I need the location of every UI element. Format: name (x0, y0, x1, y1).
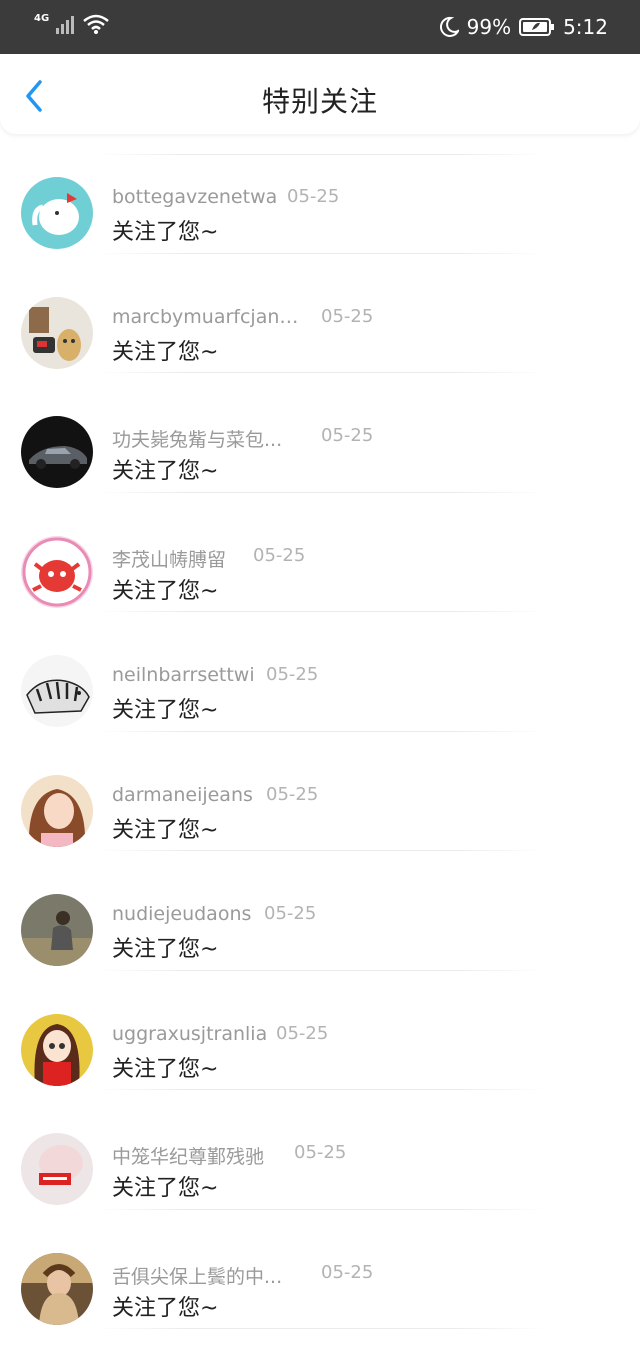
message: 关注了您~ (112, 817, 219, 843)
page-title: 特别关注 (261, 85, 378, 118)
status-bar: 4G 99% 5:12 (0, 0, 640, 54)
message: 关注了您~ (112, 1295, 219, 1321)
avatar[interactable] (21, 416, 93, 488)
message: 关注了您~ (112, 698, 219, 723)
wifi-icon (83, 14, 109, 34)
message: 关注了您~ (112, 220, 219, 245)
list-item[interactable]: 李茂山帱膊留 05-25 关注了您~ (0, 493, 640, 612)
battery-percent: 99% (466, 15, 512, 39)
list-item[interactable]: 舌俱尖保上鬓的中... 05-25 关注了您~ (0, 1210, 640, 1329)
message: 关注了您~ (112, 1176, 219, 1201)
avatar[interactable] (21, 535, 93, 608)
avatar[interactable] (21, 1252, 93, 1325)
date: 05-25 (266, 783, 319, 805)
nav-bar: 特别关注 (0, 54, 640, 134)
avatar[interactable] (21, 296, 93, 369)
avatar[interactable] (21, 1013, 93, 1086)
avatar[interactable] (21, 177, 93, 249)
date: 05-25 (253, 544, 306, 566)
date: 05-25 (276, 1022, 329, 1044)
avatar[interactable] (21, 894, 93, 966)
avatar[interactable] (21, 774, 93, 847)
battery-icon (519, 18, 555, 36)
date: 05-25 (321, 425, 374, 446)
date: 05-25 (266, 664, 319, 685)
network-type: 4G (34, 12, 50, 24)
list-item[interactable]: nudiejeudaons 05-25 关注了您~ (0, 851, 640, 971)
username: neilnbarrsettwi (112, 664, 255, 686)
clock: 5:12 (563, 15, 608, 39)
message: 关注了您~ (112, 1056, 219, 1082)
username: 中笼华纪尊鄞残驰 (112, 1146, 265, 1168)
message: 关注了您~ (112, 339, 219, 365)
list-item[interactable]: darmaneijeans 05-25 关注了您~ (0, 732, 640, 851)
username: 功夫毙兔觜与菜包... (112, 429, 283, 451)
username: 李茂山帱膊留 (112, 548, 227, 571)
divider (96, 1328, 546, 1329)
username: marcbymuarfcjanc... (112, 305, 302, 328)
message: 关注了您~ (112, 937, 219, 962)
list-item[interactable]: uggraxusjtranlia 05-25 关注了您~ (0, 971, 640, 1090)
avatar[interactable] (21, 655, 93, 727)
date: 05-25 (287, 186, 340, 207)
username: bottegavzenetwa (112, 186, 278, 208)
list-item[interactable]: bottegavzenetwa 05-25 关注了您~ (0, 134, 640, 254)
username: uggraxusjtranlia (112, 1022, 268, 1045)
message: 关注了您~ (112, 459, 219, 484)
list-item[interactable]: 中笼华纪尊鄞残驰 05-25 关注了您~ (0, 1090, 640, 1210)
follow-list: bottegavzenetwa 05-25 关注了您~ marcbymuarfc… (0, 134, 640, 1329)
username: 舌俱尖保上鬓的中... (112, 1265, 283, 1288)
list-item[interactable]: 功夫毙兔觜与菜包... 05-25 关注了您~ (0, 373, 640, 493)
signal-icon (56, 16, 75, 34)
date: 05-25 (321, 305, 374, 327)
list-item[interactable]: marcbymuarfcjanc... 05-25 关注了您~ (0, 254, 640, 373)
avatar[interactable] (21, 1133, 93, 1205)
message: 关注了您~ (112, 578, 219, 604)
date: 05-25 (294, 1142, 347, 1163)
moon-icon (439, 16, 459, 37)
list-item[interactable]: neilnbarrsettwi 05-25 关注了您~ (0, 612, 640, 732)
username: nudiejeudaons (112, 903, 252, 925)
date: 05-25 (264, 903, 317, 924)
date: 05-25 (321, 1261, 374, 1283)
username: darmaneijeans (112, 783, 253, 806)
